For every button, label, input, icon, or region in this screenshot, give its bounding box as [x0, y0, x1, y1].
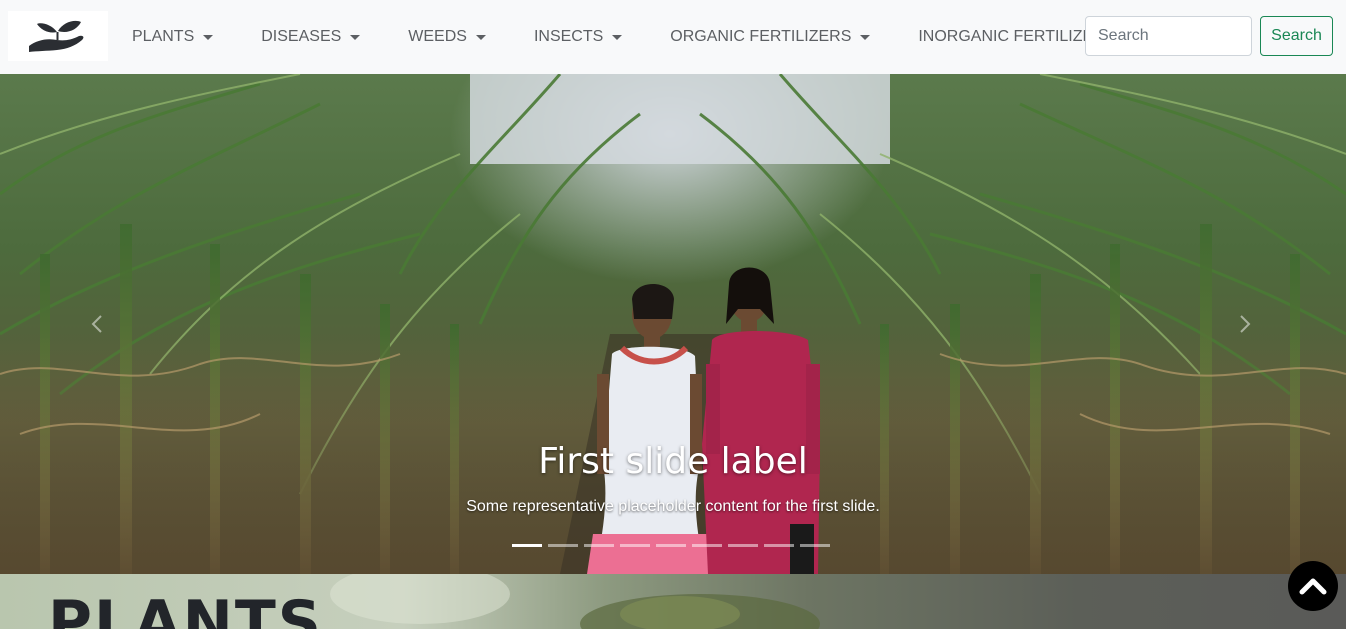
- slide-title: First slide label: [538, 441, 808, 482]
- back-to-top-button[interactable]: [1288, 561, 1338, 611]
- nav-item-plants[interactable]: PLANTS: [120, 28, 225, 46]
- search-button[interactable]: Search: [1260, 16, 1333, 56]
- carousel-indicator[interactable]: [548, 544, 578, 547]
- nav-item-diseases[interactable]: DISEASES: [249, 28, 372, 46]
- slide-description: Some representative placeholder content …: [466, 498, 880, 515]
- carousel-indicator[interactable]: [512, 544, 542, 547]
- chevron-left-icon[interactable]: [88, 314, 108, 334]
- hero-carousel: First slide label Some representative pl…: [0, 74, 1346, 574]
- nav-item-label: INSECTS: [533, 28, 604, 45]
- carousel-indicator[interactable]: [764, 544, 794, 547]
- carousel-indicator[interactable]: [656, 544, 686, 547]
- carousel-indicator[interactable]: [584, 544, 614, 547]
- navbar: PLANTS DISEASES WEEDS INSECTS ORGANIC FE…: [0, 0, 1346, 74]
- nav-item-label: DISEASES: [261, 28, 342, 45]
- plant-in-hand-icon: [29, 20, 84, 52]
- nav-menu: PLANTS DISEASES WEEDS INSECTS ORGANIC FE…: [120, 0, 1146, 74]
- carousel-indicator[interactable]: [620, 544, 650, 547]
- caret-down-icon: [203, 34, 214, 40]
- brand-logo[interactable]: [8, 11, 108, 61]
- caret-down-icon: [860, 34, 871, 40]
- plants-section: PLANTS: [0, 574, 1346, 629]
- caret-down-icon: [475, 34, 486, 40]
- nav-item-weeds[interactable]: WEEDS: [396, 28, 498, 46]
- nav-item-label: WEEDS: [408, 28, 467, 45]
- section-title: PLANTS: [48, 588, 323, 629]
- nav-item-label: ORGANIC FERTILIZERS: [670, 28, 852, 45]
- carousel-indicator[interactable]: [800, 544, 830, 547]
- carousel-caption: First slide label Some representative pl…: [0, 440, 1346, 516]
- nav-item-insects[interactable]: INSECTS: [522, 28, 634, 46]
- search-input[interactable]: [1085, 16, 1252, 56]
- caret-down-icon: [350, 34, 361, 40]
- caret-down-icon: [612, 34, 623, 40]
- chevron-up-icon: [1299, 578, 1327, 595]
- chevron-right-icon[interactable]: [1234, 314, 1254, 334]
- carousel-indicator[interactable]: [728, 544, 758, 547]
- nav-item-label: PLANTS: [132, 28, 195, 45]
- carousel-indicators: [512, 544, 830, 547]
- carousel-indicator[interactable]: [692, 544, 722, 547]
- nav-item-organic-fertilizers[interactable]: ORGANIC FERTILIZERS: [658, 28, 882, 46]
